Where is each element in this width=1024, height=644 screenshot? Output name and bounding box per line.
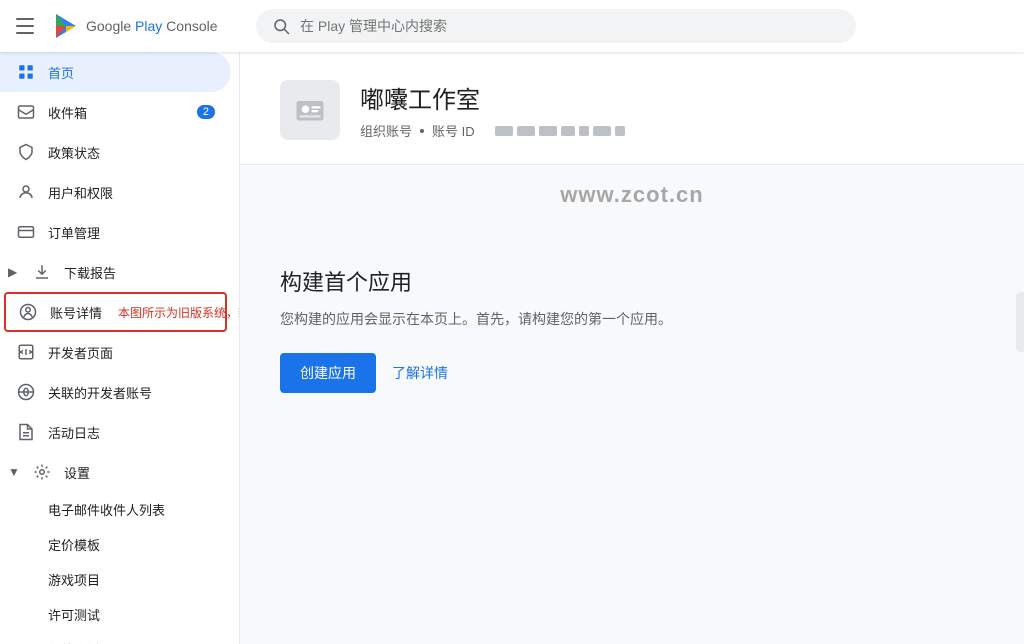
chevron-down-icon: ▼ [8,465,20,479]
id-block-5 [579,126,589,136]
hamburger-menu-button[interactable] [16,14,40,38]
id-block-4 [561,126,575,136]
org-label: 组织账号 [360,121,412,140]
account-circle-icon [18,302,38,322]
content-area: 嘟囔工作室 组织账号 账号 ID [240,52,1024,644]
shield-icon [16,142,36,162]
id-blocks [495,126,625,136]
id-block-6 [593,126,611,136]
sidebar-item-linked-accounts-label: 关联的开发者账号 [48,383,152,402]
inbox-icon [16,102,36,122]
build-title: 构建首个应用 [280,265,984,297]
developer-icon [16,342,36,362]
sidebar-item-policy-label: 政策状态 [48,143,100,162]
logo-text: Google Play Console [86,18,218,34]
sidebar-settings-license[interactable]: 许可测试 [0,597,239,632]
google-play-logo-icon [52,12,80,40]
sidebar-settings-label: 设置 [64,463,90,482]
sidebar-item-inbox[interactable]: 收件箱 2 [0,92,231,132]
watermark: www.zcot.cn [560,182,703,208]
header: Google Play Console [0,0,1024,52]
sidebar: 首页 收件箱 2 政策状态 [0,52,240,644]
id-card-icon [292,92,328,128]
overlay-warning-inline: 本图所示为旧版系统，新版系统此处改为【开发者账号】 [118,304,240,321]
profile-info: 嘟囔工作室 组织账号 账号 ID [360,80,625,140]
search-input[interactable] [300,18,840,34]
link-icon [16,382,36,402]
sidebar-settings-games[interactable]: 游戏项目 [0,562,239,597]
id-block-3 [539,126,557,136]
sidebar-item-linked-accounts[interactable]: 关联的开发者账号 [0,372,231,412]
sidebar-item-users[interactable]: 用户和权限 [0,172,231,212]
download-icon [32,262,52,282]
sidebar-item-activity-log-label: 活动日志 [48,423,100,442]
person-icon [16,182,36,202]
scroll-indicator [1016,292,1024,352]
avatar [280,80,340,140]
search-icon [272,17,290,35]
main-layout: 首页 收件箱 2 政策状态 [0,52,1024,644]
build-description: 您构建的应用会显示在本页上。首先，请构建您的第一个应用。 [280,309,984,329]
sidebar-item-activity-log[interactable]: 活动日志 [0,412,231,452]
header-left: Google Play Console [16,12,256,40]
meta-dot [420,129,424,133]
sidebar-item-developer-page[interactable]: 开发者页面 [0,332,231,372]
learn-more-button[interactable]: 了解详情 [392,363,448,383]
sidebar-item-users-label: 用户和权限 [48,183,113,202]
sidebar-item-policy[interactable]: 政策状态 [0,132,231,172]
sidebar-item-reports[interactable]: ▶ 下载报告 [0,252,231,292]
file-icon [16,422,36,442]
id-block-2 [517,126,535,136]
sidebar-item-developer-page-label: 开发者页面 [48,343,113,362]
id-block-7 [615,126,625,136]
sidebar-item-reports-label: 下载报告 [64,263,116,282]
sidebar-settings-payment[interactable]: 付款资料 [0,632,239,644]
sidebar-item-account-label: 账号详情 [50,303,102,322]
id-block-1 [495,126,513,136]
account-id-label: 账号 ID [432,121,475,140]
sidebar-item-home-label: 首页 [48,63,74,82]
search-bar[interactable] [256,9,856,43]
sidebar-item-account[interactable]: 账号详情 本图所示为旧版系统，新版系统此处改为【开发者账号】 [4,292,227,332]
credit-card-icon [16,222,36,242]
sidebar-item-orders[interactable]: 订单管理 [0,212,231,252]
chevron-right-icon: ▶ [8,265,20,279]
sidebar-settings-group[interactable]: ▼ 设置 [0,452,239,492]
inbox-badge: 2 [197,105,215,119]
logo-area: Google Play Console [52,12,218,40]
sidebar-item-home[interactable]: 首页 [0,52,231,92]
profile-section: 嘟囔工作室 组织账号 账号 ID [240,52,1024,165]
build-actions: 创建应用 了解详情 [280,353,984,393]
profile-meta: 组织账号 账号 ID [360,121,625,140]
sidebar-item-orders-label: 订单管理 [48,223,100,242]
sidebar-settings-pricing[interactable]: 定价模板 [0,527,239,562]
build-section: 构建首个应用 您构建的应用会显示在本页上。首先，请构建您的第一个应用。 创建应用… [240,225,1024,423]
sidebar-settings-email[interactable]: 电子邮件收件人列表 [0,492,239,527]
grid-icon [16,62,36,82]
settings-icon [32,462,52,482]
sidebar-item-inbox-label: 收件箱 [48,103,87,122]
create-app-button[interactable]: 创建应用 [280,353,376,393]
profile-name: 嘟囔工作室 [360,80,625,115]
